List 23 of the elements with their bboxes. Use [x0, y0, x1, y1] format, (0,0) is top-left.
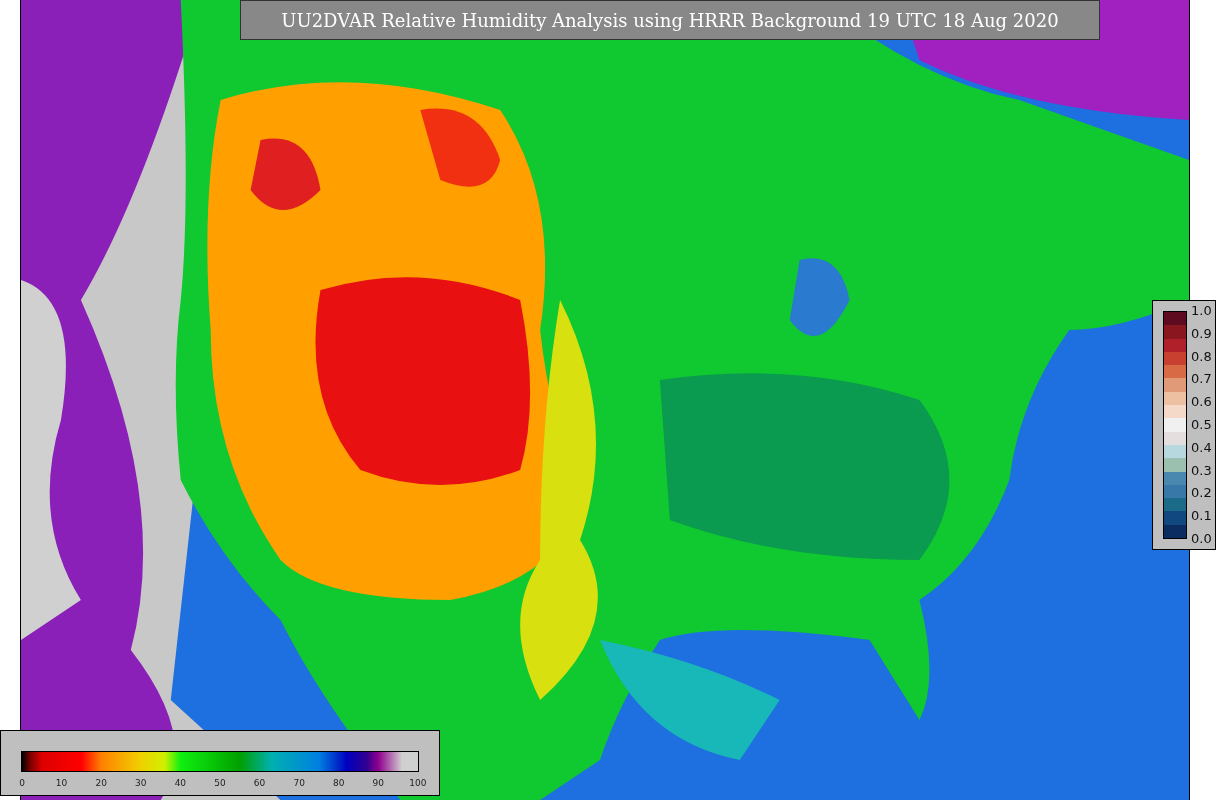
- tick-label: 100: [408, 778, 427, 788]
- tick-label: 0.4: [1191, 439, 1212, 456]
- tick-label: 1.0: [1191, 303, 1212, 319]
- tick-label: 0.3: [1191, 462, 1212, 479]
- tick-label: 20: [94, 778, 108, 788]
- tick-label: 90: [371, 778, 386, 788]
- tick-label: 50: [213, 778, 227, 788]
- tick-label: 10: [54, 778, 69, 788]
- tick-label: 0.0: [1191, 530, 1212, 547]
- tick-label: 0: [18, 778, 26, 788]
- map-title: UU2DVAR Relative Humidity Analysis using HRRR Background 19 UTC 18 Aug 2020: [240, 0, 1100, 40]
- tick-label: 0.9: [1191, 325, 1212, 342]
- tick-label: 0.1: [1191, 508, 1212, 525]
- tick-label: 0.7: [1191, 371, 1212, 388]
- tick-label: 0.6: [1191, 394, 1212, 411]
- tick-label: 0.8: [1191, 348, 1212, 365]
- tick-label: 0.2: [1191, 485, 1212, 502]
- tick-label: 70: [292, 778, 306, 788]
- tick-label: 0.5: [1191, 417, 1212, 433]
- tick-label: 40: [173, 778, 188, 788]
- tick-label: 30: [134, 778, 148, 788]
- tick-label: 60: [252, 778, 267, 788]
- tick-label: 80: [332, 778, 346, 788]
